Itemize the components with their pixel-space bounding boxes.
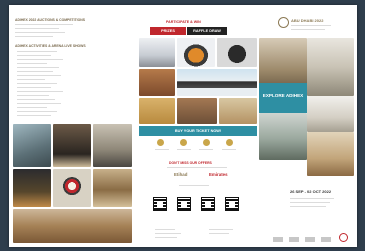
photo-hall	[53, 124, 91, 167]
qr-code[interactable]	[177, 197, 191, 211]
text-line	[290, 198, 334, 200]
event-dates: 26 SEP - 02 OCT 2022	[290, 189, 332, 194]
prize-camel	[219, 98, 257, 124]
sponsor-logo	[305, 237, 315, 242]
hero-photo-crowd	[307, 96, 354, 132]
list-item	[17, 75, 61, 77]
text-line	[155, 149, 169, 151]
text-line	[199, 149, 213, 151]
text-line	[177, 149, 191, 151]
brand-title: ABU DHABI 2022	[291, 18, 324, 23]
red-circle-logo	[339, 233, 348, 242]
prize-gear	[139, 69, 175, 96]
list-item	[17, 87, 51, 89]
text-line	[15, 32, 65, 34]
offers-heading: DON'T MISS OUR OFFERS	[169, 161, 212, 165]
list-item	[17, 83, 57, 85]
list-item	[17, 63, 47, 65]
text-line	[179, 185, 209, 187]
text-line	[167, 167, 227, 169]
list-item	[17, 91, 63, 93]
qr-code[interactable]	[225, 197, 239, 211]
text-line	[155, 229, 175, 231]
text-line	[155, 233, 181, 235]
prize-people	[139, 98, 175, 124]
raffle-label: RAFFLE DRAW	[193, 29, 221, 33]
photo-tanks	[13, 124, 51, 167]
trophy-icon	[157, 139, 164, 146]
prize-falcon	[139, 38, 175, 67]
text-line	[15, 28, 59, 30]
ticket-icon	[180, 139, 187, 146]
hero-photo-camel	[307, 132, 354, 176]
buy-ticket-label: BUY YOUR TICKET NOW!	[174, 129, 222, 133]
photo-dogs	[13, 209, 132, 243]
hero-photo-rider	[259, 113, 307, 160]
activities-heading: ADIHEX ACTIVITIES & ARENA LIVE SHOWS	[15, 44, 86, 48]
text-line	[291, 25, 331, 27]
qr-code[interactable]	[153, 197, 167, 211]
text-line	[155, 237, 177, 239]
sponsor-logo	[289, 237, 299, 242]
car-icon	[226, 139, 233, 146]
participate-heading: PARTICIPATE & WIN	[166, 20, 201, 24]
buy-ticket-button[interactable]: BUY YOUR TICKET NOW!	[139, 126, 257, 136]
text-line	[222, 149, 236, 151]
exhibition-poster: ADIHEX 2022 AUCTIONS & COMPETITIONS ADIH…	[9, 5, 357, 247]
raffle-tab: RAFFLE DRAW	[187, 27, 227, 35]
list-item	[17, 99, 55, 101]
adihex-logo-icon	[278, 17, 289, 28]
list-item	[17, 51, 57, 53]
prizes-tab: PRIZES	[150, 27, 186, 35]
etihad-logo: Etihad	[174, 172, 188, 177]
sponsor-logo	[321, 237, 331, 242]
photo-falconer	[13, 169, 51, 207]
hero-photo-men	[307, 38, 354, 96]
photo-shooting	[93, 124, 132, 167]
photo-target	[53, 169, 91, 207]
prize-camera	[217, 38, 257, 67]
text-line	[209, 229, 233, 231]
text-line	[209, 233, 229, 235]
gift-icon	[203, 139, 210, 146]
text-line	[15, 36, 53, 38]
qr-code[interactable]	[201, 197, 215, 211]
list-item	[17, 67, 59, 69]
list-item	[17, 55, 51, 57]
photo-horse	[93, 169, 132, 207]
text-line	[291, 29, 325, 31]
list-item	[17, 95, 49, 97]
list-item	[17, 107, 47, 109]
prize-atv	[177, 38, 215, 67]
list-item	[17, 79, 45, 81]
explore-title: EXPLORE ADIHEX	[262, 93, 304, 98]
heading-underline	[15, 24, 73, 26]
list-item	[17, 71, 53, 73]
sponsor-logo	[273, 237, 283, 242]
list-item	[17, 103, 61, 105]
emirates-logo: Emirates	[209, 172, 228, 177]
text-line	[290, 202, 330, 204]
prizes-label: PRIZES	[161, 29, 175, 33]
prize-hunter	[177, 98, 217, 124]
list-item	[17, 111, 57, 113]
auctions-heading: ADIHEX 2022 AUCTIONS & COMPETITIONS	[15, 18, 85, 22]
prize-suv	[177, 69, 257, 96]
list-item	[17, 115, 51, 117]
text-line	[290, 206, 326, 208]
explore-panel: EXPLORE ADIHEX	[259, 83, 307, 113]
list-item	[17, 59, 63, 61]
